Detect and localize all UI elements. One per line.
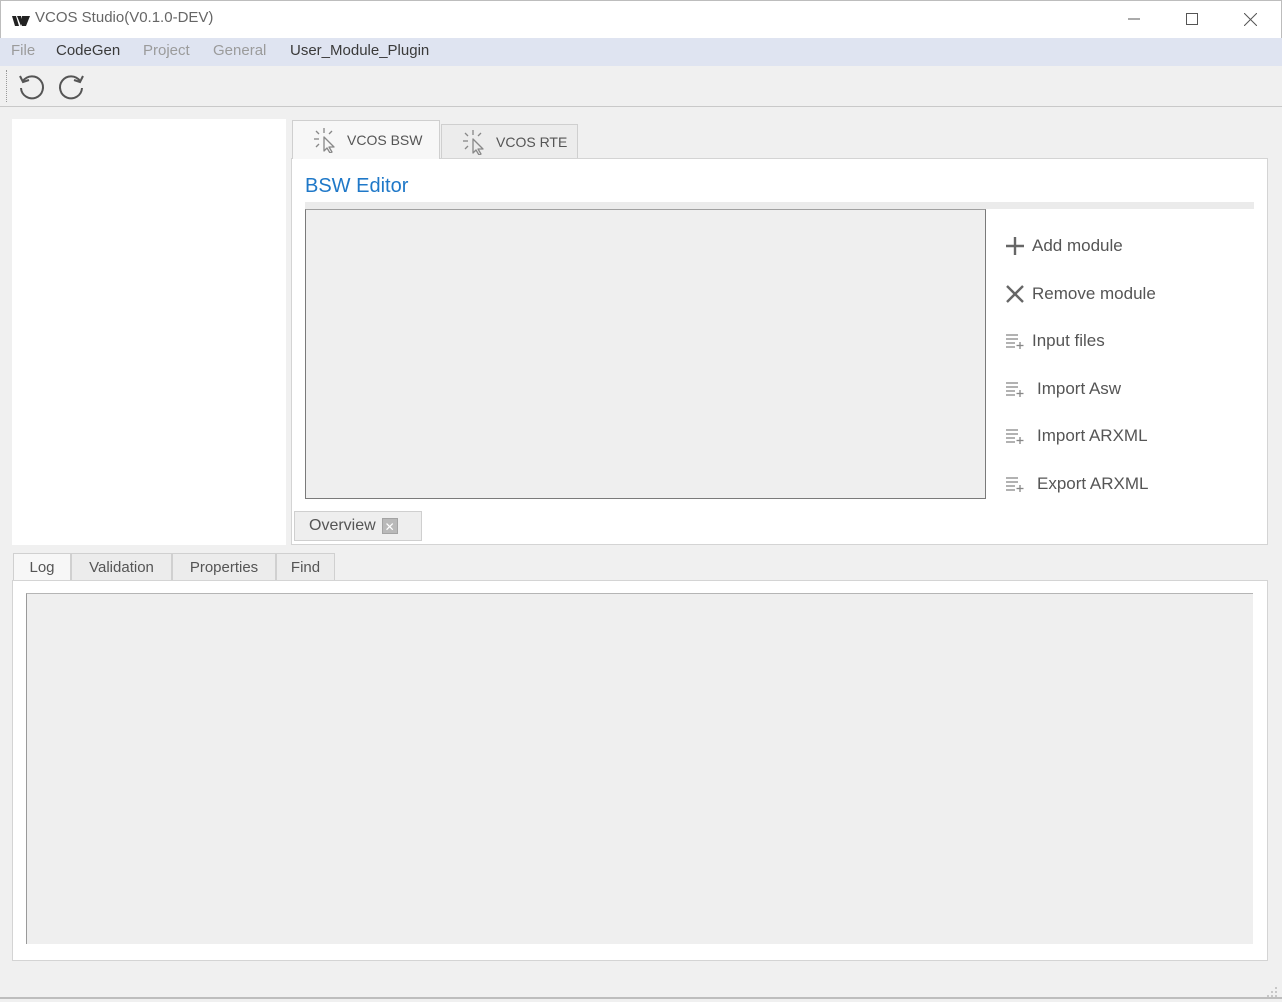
remove-module-label: Remove module	[1032, 284, 1156, 303]
list-add-icon	[1006, 382, 1024, 397]
minimize-button[interactable]	[1105, 0, 1163, 38]
plus-icon	[1006, 237, 1024, 255]
tab-properties[interactable]: Properties	[172, 553, 276, 580]
add-module-label: Add module	[1032, 236, 1123, 255]
editor-divider	[305, 202, 1254, 209]
cursor-click-icon	[463, 129, 484, 155]
close-icon	[1243, 12, 1257, 26]
remove-module-button[interactable]: Remove module	[1004, 281, 1156, 307]
log-output[interactable]	[26, 593, 1253, 944]
export-arxml-label: Export ARXML	[1037, 474, 1149, 493]
editor-title: BSW Editor	[305, 175, 409, 197]
tab-vcos-rte[interactable]: VCOS RTE	[441, 124, 578, 158]
close-button[interactable]	[1221, 0, 1279, 38]
close-icon[interactable]: ✕	[381, 518, 398, 534]
tab-vcos-bsw-label: VCOS BSW	[347, 132, 423, 148]
undo-button[interactable]	[17, 72, 47, 102]
x-icon	[1006, 285, 1024, 303]
tab-find[interactable]: Find	[276, 553, 335, 580]
list-add-icon	[1006, 429, 1024, 444]
toolbar	[0, 66, 1282, 107]
maximize-icon	[1186, 13, 1198, 25]
add-module-button[interactable]: Add module	[1004, 233, 1123, 259]
tab-vcos-rte-label: VCOS RTE	[496, 133, 568, 150]
tab-overview-label: Overview	[309, 517, 376, 534]
input-files-label: Input files	[1032, 331, 1105, 350]
maximize-button[interactable]	[1163, 0, 1221, 38]
tab-vcos-bsw[interactable]: VCOS BSW	[292, 120, 440, 159]
cursor-click-icon	[314, 128, 335, 153]
import-arxml-label: Import ARXML	[1037, 426, 1148, 445]
redo-button[interactable]	[56, 72, 86, 102]
export-arxml-button[interactable]: Export ARXML	[1004, 471, 1149, 497]
minimize-icon	[1128, 18, 1140, 20]
app-logo-icon	[12, 12, 30, 26]
project-tree-panel[interactable]	[12, 119, 286, 545]
menu-user-module-plugin[interactable]: User_Module_Plugin	[290, 42, 429, 59]
import-asw-label: Import Asw	[1037, 379, 1122, 398]
redo-icon	[59, 75, 84, 100]
undo-icon	[19, 75, 44, 100]
window-title: VCOS Studio(V0.1.0-DEV)	[35, 9, 214, 26]
menu-codegen[interactable]: CodeGen	[56, 42, 120, 59]
menu-project[interactable]: Project	[143, 42, 190, 59]
import-asw-button[interactable]: Import Asw	[1004, 376, 1121, 402]
toolbar-grip[interactable]	[6, 70, 8, 102]
resize-grip-icon	[1267, 987, 1277, 997]
resize-grip[interactable]	[1266, 983, 1278, 997]
list-add-icon	[1006, 477, 1024, 492]
import-arxml-button[interactable]: Import ARXML	[1004, 423, 1148, 449]
menu-file[interactable]: File	[11, 42, 35, 59]
tab-log[interactable]: Log	[13, 553, 71, 581]
tab-validation[interactable]: Validation	[71, 553, 172, 580]
list-add-icon	[1006, 334, 1024, 349]
tab-overview[interactable]: Overview ✕	[294, 511, 422, 541]
input-files-button[interactable]: Input files	[1004, 328, 1105, 354]
module-list[interactable]	[305, 209, 986, 499]
menu-bar	[0, 38, 1282, 66]
menu-general[interactable]: General	[213, 42, 266, 59]
